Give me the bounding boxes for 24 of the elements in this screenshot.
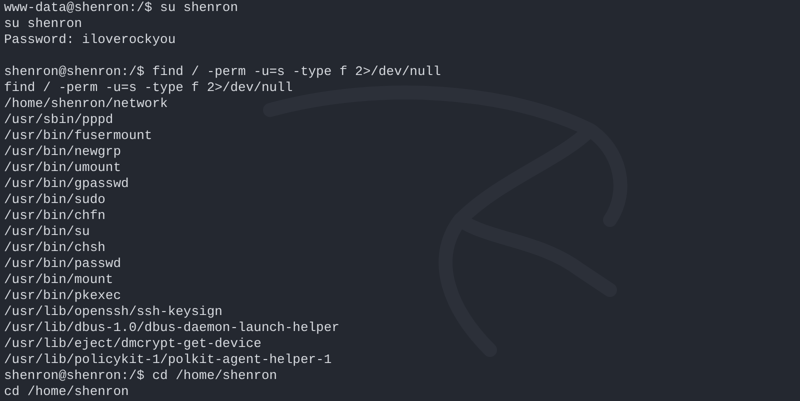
terminal-line: /usr/bin/umount <box>4 160 122 176</box>
terminal-line: /usr/lib/openssh/ssh-keysign <box>4 304 222 320</box>
terminal-line: /usr/lib/eject/dmcrypt-get-device <box>4 336 262 352</box>
terminal-line: /usr/bin/su <box>4 224 90 240</box>
terminal-line: /usr/bin/passwd <box>4 256 122 272</box>
terminal-line: /usr/bin/fusermount <box>4 128 152 144</box>
terminal-line: /usr/lib/policykit-1/polkit-agent-helper-1 <box>4 352 332 368</box>
terminal-line: /usr/bin/chfn <box>4 208 106 224</box>
terminal-line: /usr/bin/gpasswd <box>4 176 129 192</box>
terminal-line: /usr/bin/newgrp <box>4 144 122 160</box>
terminal-line: /home/shenron/network <box>4 96 168 112</box>
terminal-line: find / -perm -u=s -type f 2>/dev/null <box>4 80 293 96</box>
terminal-line: /usr/bin/sudo <box>4 192 106 208</box>
terminal-line: www-data@shenron:/$ su shenron <box>4 0 238 16</box>
terminal-line: /usr/bin/chsh <box>4 240 106 256</box>
terminal-line: /usr/sbin/pppd <box>4 112 114 128</box>
terminal-line: shenron@shenron:/$ find / -perm -u=s -type f 2>/dev/null <box>4 64 441 80</box>
terminal-line: /usr/lib/dbus-1.0/dbus-daemon-launch-helper <box>4 320 340 336</box>
terminal-line: /usr/bin/pkexec <box>4 288 122 304</box>
terminal-line: shenron@shenron:/$ cd /home/shenron <box>4 368 278 384</box>
terminal-line: Password: iloverockyou <box>4 32 176 48</box>
terminal-line: /usr/bin/mount <box>4 272 114 288</box>
terminal-line: cd /home/shenron <box>4 384 129 400</box>
terminal-line: su shenron <box>4 16 82 32</box>
